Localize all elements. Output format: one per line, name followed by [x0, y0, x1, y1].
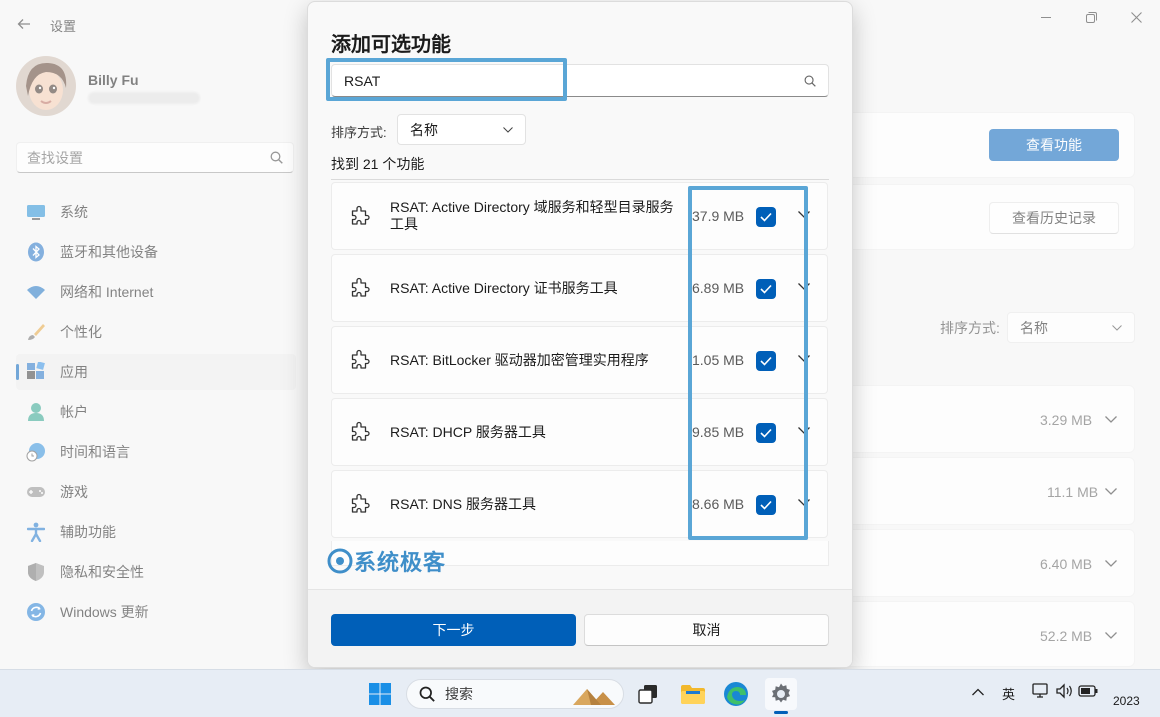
- feature-checkbox[interactable]: [756, 279, 776, 299]
- edge-icon: [724, 682, 748, 706]
- feature-name: RSAT: DNS 服务器工具: [390, 495, 536, 512]
- chevron-down-icon[interactable]: [798, 283, 810, 290]
- puzzle-piece-icon: [351, 421, 370, 441]
- feature-checkbox[interactable]: [756, 495, 776, 515]
- chevron-up-icon[interactable]: [972, 688, 984, 696]
- feature-name: RSAT: DHCP 服务器工具: [390, 423, 546, 440]
- file-explorer-button[interactable]: [677, 678, 709, 710]
- next-button[interactable]: 下一步: [331, 614, 576, 646]
- input-method-indicator[interactable]: 英: [1002, 684, 1015, 703]
- dialog-sort-label: 排序方式:: [331, 125, 387, 140]
- search-icon: [419, 686, 435, 702]
- feature-name: RSAT: Active Directory 证书服务工具: [390, 279, 618, 296]
- watermark-logo: 系统极客: [326, 545, 446, 577]
- feature-size: 8.66 MB: [692, 496, 745, 512]
- active-app-indicator: [774, 711, 788, 714]
- clock-date[interactable]: 2023: [1113, 694, 1140, 708]
- feature-size: 6.89 MB: [692, 280, 745, 296]
- search-icon: [804, 75, 816, 87]
- dialog-sort-value: 名称: [410, 121, 438, 138]
- chevron-down-icon[interactable]: [798, 355, 810, 362]
- feature-search-field[interactable]: [331, 64, 829, 97]
- start-button[interactable]: [364, 678, 396, 710]
- chevron-down-icon[interactable]: [798, 499, 810, 506]
- search-highlight-pyramids-icon: [573, 689, 615, 705]
- results-count: 找到 21 个功能: [331, 156, 425, 172]
- cancel-button[interactable]: 取消: [584, 614, 829, 646]
- feature-list: RSAT: Active Directory 域服务和轻型目录服务工具 37.9…: [331, 182, 829, 566]
- taskbar: 搜索 英 2023: [0, 669, 1160, 717]
- task-view-icon: [638, 685, 657, 704]
- feature-size: 9.85 MB: [692, 424, 745, 440]
- checkmark-icon: [760, 500, 772, 510]
- dialog-title: 添加可选功能: [331, 34, 451, 56]
- puzzle-piece-icon: [351, 493, 370, 513]
- settings-app-button[interactable]: [765, 678, 797, 710]
- volume-icon[interactable]: [1056, 683, 1074, 699]
- feature-row[interactable]: RSAT: Active Directory 证书服务工具 6.89 MB: [331, 254, 828, 322]
- network-wired-icon[interactable]: [1032, 683, 1050, 699]
- feature-size: 37.9 MB: [692, 208, 745, 224]
- feature-name: RSAT: BitLocker 驱动器加密管理实用程序: [390, 351, 649, 368]
- feature-row[interactable]: RSAT: Active Directory 域服务和轻型目录服务工具 37.9…: [331, 182, 828, 250]
- feature-size: 1.05 MB: [692, 352, 745, 368]
- feature-name: RSAT: Active Directory 域服务和轻型目录服务工具: [390, 199, 674, 232]
- puzzle-piece-icon: [351, 349, 370, 369]
- dialog-sort-select[interactable]: 名称: [397, 114, 526, 145]
- dialog-footer: 下一步 取消: [308, 589, 852, 667]
- chevron-down-icon: [503, 126, 513, 133]
- puzzle-piece-icon: [351, 277, 370, 297]
- windows-logo-icon: [369, 683, 391, 705]
- taskbar-search-label: 搜索: [445, 686, 473, 702]
- task-view-button[interactable]: [632, 678, 664, 710]
- watermark-icon: [327, 548, 353, 574]
- puzzle-piece-icon: [351, 205, 370, 225]
- gear-icon: [772, 683, 790, 703]
- edge-browser-button[interactable]: [720, 678, 752, 710]
- battery-icon[interactable]: [1078, 684, 1098, 698]
- chevron-down-icon[interactable]: [798, 211, 810, 218]
- feature-search-input[interactable]: [344, 72, 744, 89]
- folder-icon: [681, 685, 705, 704]
- feature-checkbox[interactable]: [756, 423, 776, 443]
- checkmark-icon: [760, 212, 772, 222]
- feature-row[interactable]: RSAT: BitLocker 驱动器加密管理实用程序 1.05 MB: [331, 326, 828, 394]
- chevron-down-icon[interactable]: [798, 427, 810, 434]
- checkmark-icon: [760, 356, 772, 366]
- checkmark-icon: [760, 284, 772, 294]
- checkmark-icon: [760, 428, 772, 438]
- feature-checkbox[interactable]: [756, 351, 776, 371]
- divider: [331, 179, 829, 180]
- taskbar-search[interactable]: 搜索: [406, 679, 624, 709]
- feature-checkbox[interactable]: [756, 207, 776, 227]
- watermark-text: 系统极客: [354, 550, 447, 575]
- feature-row[interactable]: RSAT: DNS 服务器工具 8.66 MB: [331, 470, 828, 538]
- add-optional-feature-dialog: 添加可选功能 排序方式: 名称 找到 21 个功能 RSAT: Active D…: [307, 1, 853, 668]
- feature-row[interactable]: RSAT: DHCP 服务器工具 9.85 MB: [331, 398, 828, 466]
